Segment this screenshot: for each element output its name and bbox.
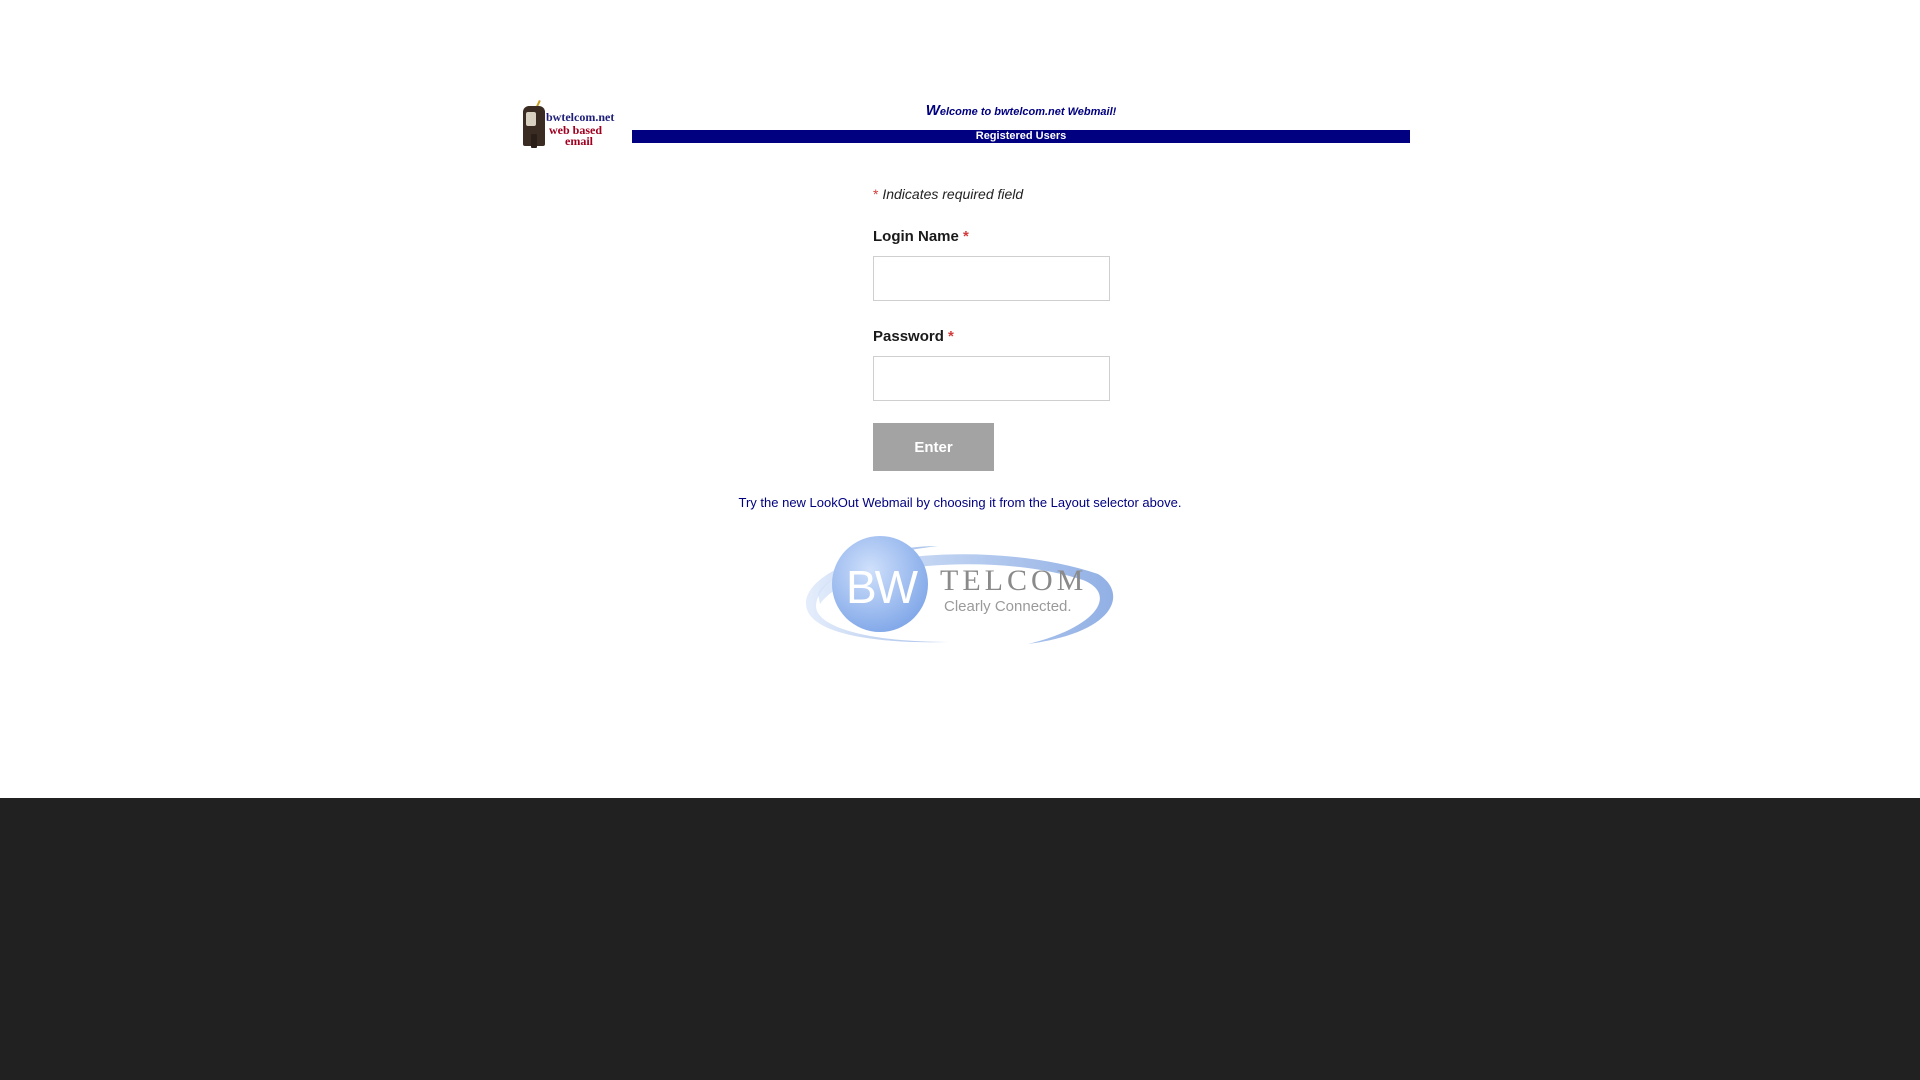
required-star: * (873, 186, 879, 202)
logo-line-3: email (565, 134, 593, 148)
bw-telcom-logo: BW TELCOM Clearly Connected. (798, 532, 1124, 650)
footer-band (0, 798, 1920, 1080)
required-note-text: Indicates required field (882, 186, 1024, 202)
bw-logo-mark: BW (846, 561, 918, 613)
telcom-wordmark: TELCOM (940, 564, 1088, 597)
enter-button[interactable]: Enter (873, 423, 994, 471)
login-name-label: Login Name * (873, 228, 969, 245)
bwtelcom-webmail-logo: bwtelcom.net web based email (519, 99, 615, 150)
required-field-note: * Indicates required field (873, 186, 1023, 202)
page-content: bwtelcom.net web based email Welcome to … (0, 0, 1920, 798)
login-required-star: * (963, 228, 969, 245)
telcom-tagline: Clearly Connected. (944, 598, 1072, 615)
password-label: Password * (873, 328, 954, 345)
welcome-title: Welcome to bwtelcom.net Webmail! (632, 102, 1410, 119)
welcome-first-letter: W (925, 102, 940, 119)
welcome-rest: elcome to bwtelcom.net Webmail! (939, 106, 1117, 118)
registered-users-bar: Registered Users (632, 130, 1410, 143)
password-required-star: * (948, 328, 954, 345)
password-input[interactable] (873, 356, 1110, 401)
login-name-input[interactable] (873, 256, 1110, 301)
lookout-webmail-message: Try the new LookOut Webmail by choosing … (738, 495, 1182, 510)
login-name-label-text: Login Name (873, 228, 959, 245)
phone-icon (523, 106, 545, 148)
password-label-text: Password (873, 328, 944, 345)
